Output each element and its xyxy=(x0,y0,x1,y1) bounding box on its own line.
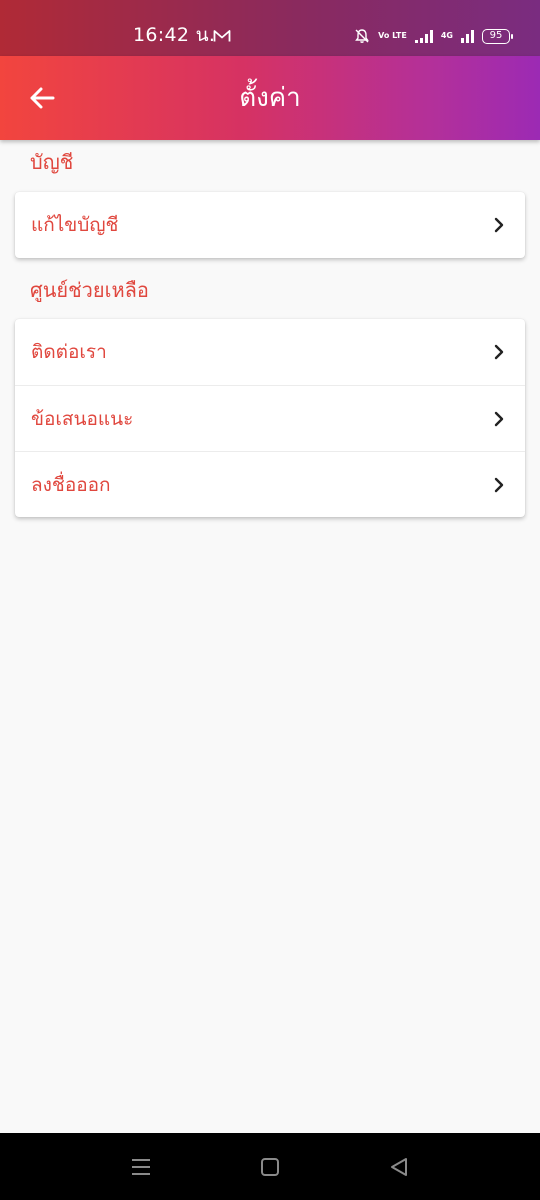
network-label: 4G xyxy=(440,31,453,40)
account-card: แก้ไขบัญชี xyxy=(15,192,525,258)
app-bar: ตั้งค่า xyxy=(0,56,540,140)
section-header-account: บัญชี xyxy=(30,150,74,174)
status-indicators: Vo LTE 4G 95 xyxy=(354,26,513,46)
edit-account-label: แก้ไขบัญชี xyxy=(31,214,119,236)
battery-icon: 95 xyxy=(482,28,513,44)
feedback-label: ข้อเสนอแนะ xyxy=(31,407,134,430)
volte-label: Vo LTE xyxy=(378,31,407,40)
chevron-right-icon xyxy=(494,411,504,427)
battery-level: 95 xyxy=(489,29,503,41)
signal-2-icon xyxy=(461,29,474,43)
section-header-help-center: ศูนย์ช่วยเหลือ xyxy=(30,278,149,302)
system-nav-bar xyxy=(0,1133,540,1200)
page-title: ตั้งค่า xyxy=(239,83,301,113)
bell-muted-icon xyxy=(355,29,370,43)
back-triangle-icon[interactable] xyxy=(387,1155,411,1179)
help-center-card: ติดต่อเรา ข้อเสนอแนะ ลงชื่อออก xyxy=(15,319,525,517)
edit-account-item[interactable]: แก้ไขบัญชี xyxy=(15,192,525,258)
chevron-right-icon xyxy=(494,217,504,233)
status-time: 16:42 น. xyxy=(133,24,216,46)
logout-label: ลงชื่อออก xyxy=(31,473,111,496)
contact-us-item[interactable]: ติดต่อเรา xyxy=(15,319,525,385)
signal-1-icon xyxy=(414,29,433,43)
chevron-right-icon xyxy=(494,477,504,493)
contact-us-label: ติดต่อเรา xyxy=(31,341,107,363)
mail-icon xyxy=(213,30,231,42)
home-square-icon[interactable] xyxy=(258,1155,282,1179)
status-bar: 16:42 น. Vo LTE 4G 95 xyxy=(0,0,540,56)
chevron-right-icon xyxy=(494,344,504,360)
feedback-item[interactable]: ข้อเสนอแนะ xyxy=(15,385,525,451)
logout-item[interactable]: ลงชื่อออก xyxy=(15,451,525,517)
menu-icon[interactable] xyxy=(129,1155,153,1179)
